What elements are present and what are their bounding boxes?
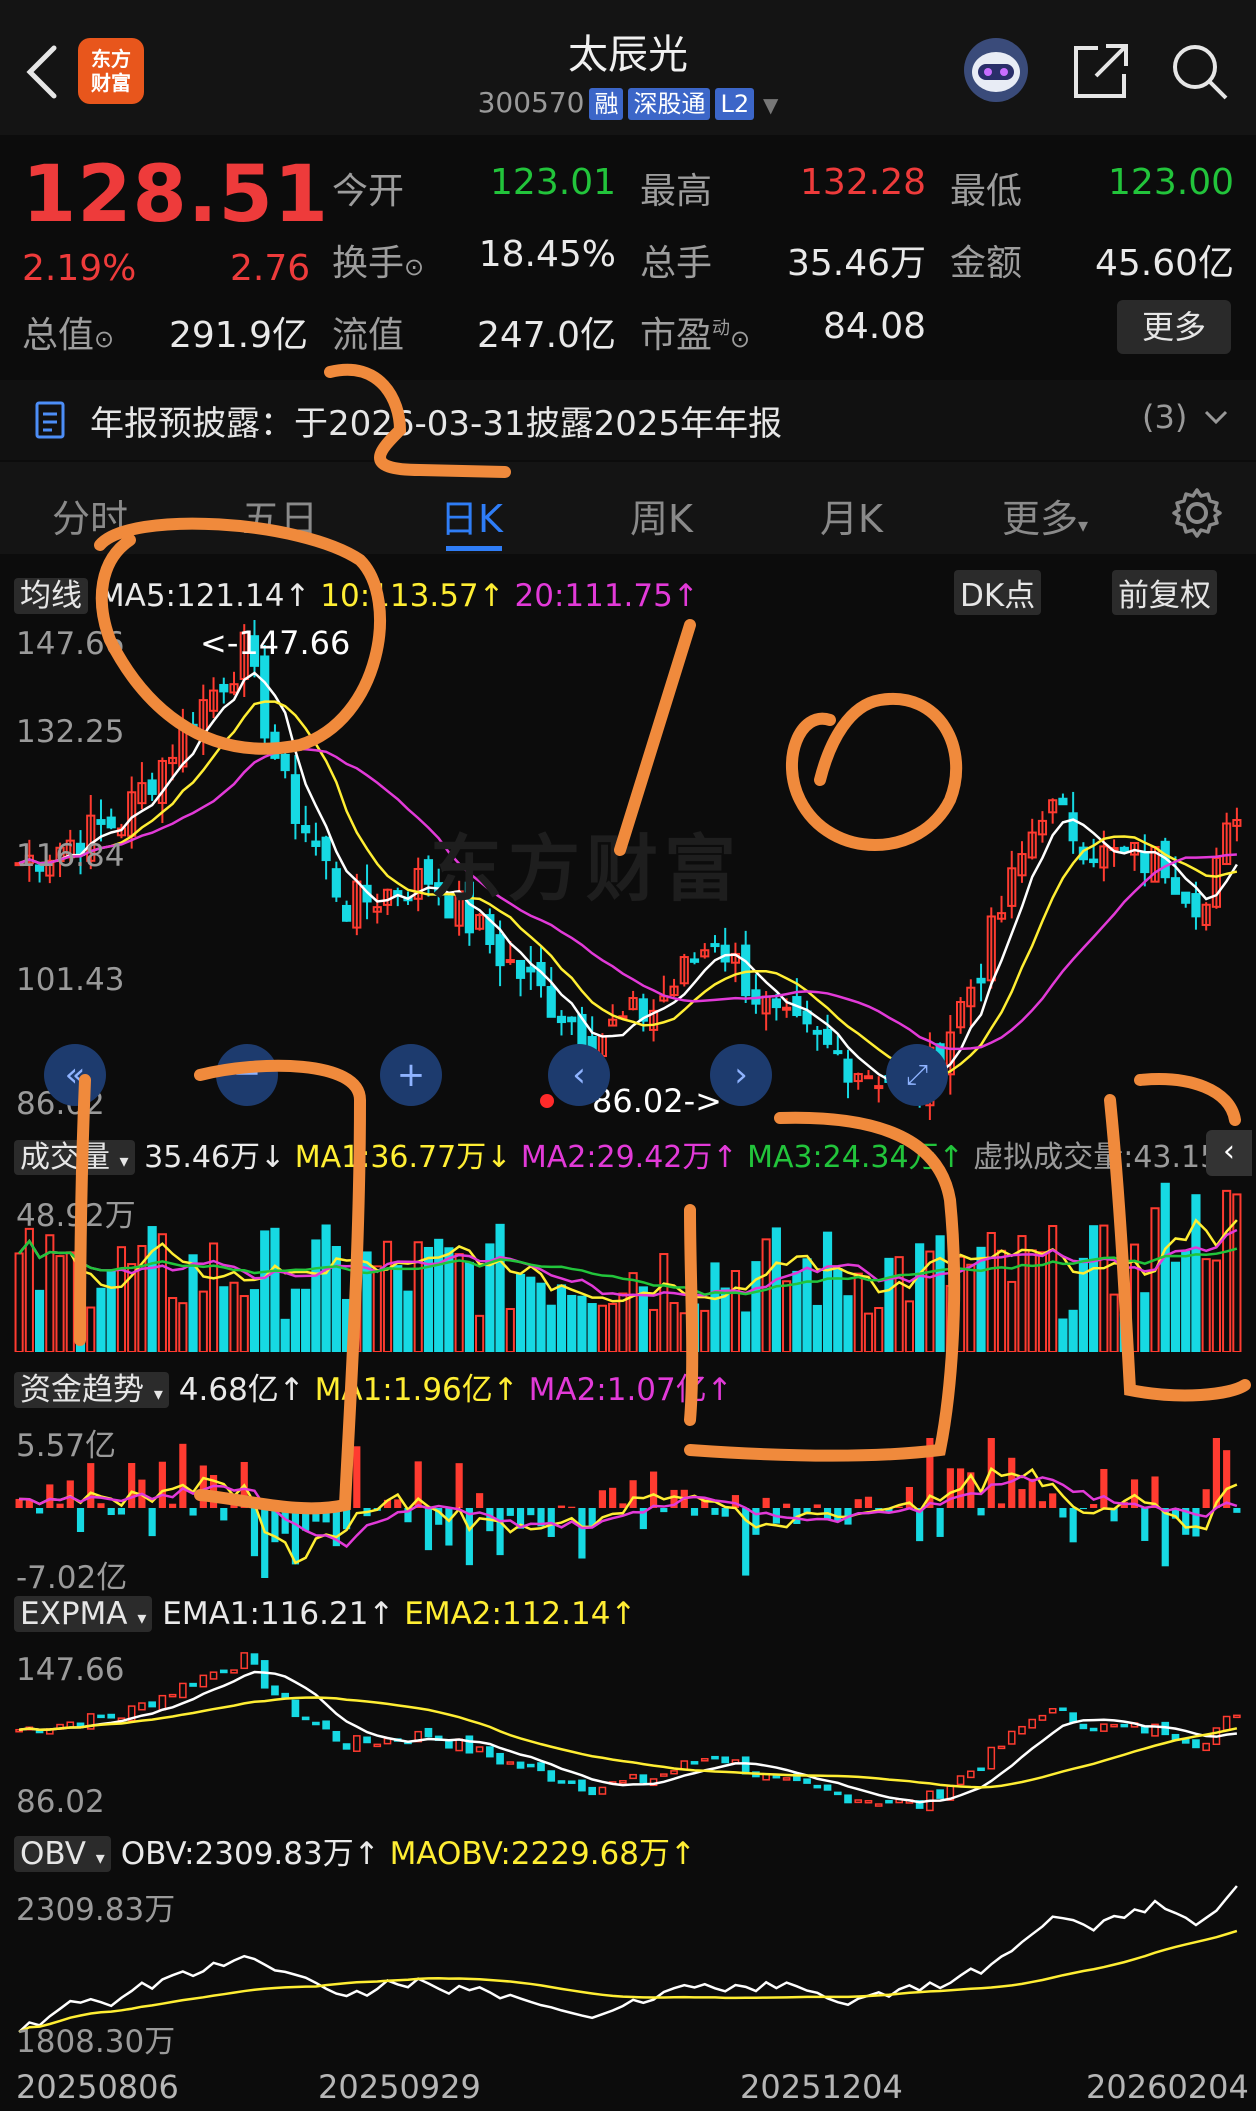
hand-drawn-annotations	[74, 364, 1251, 1515]
